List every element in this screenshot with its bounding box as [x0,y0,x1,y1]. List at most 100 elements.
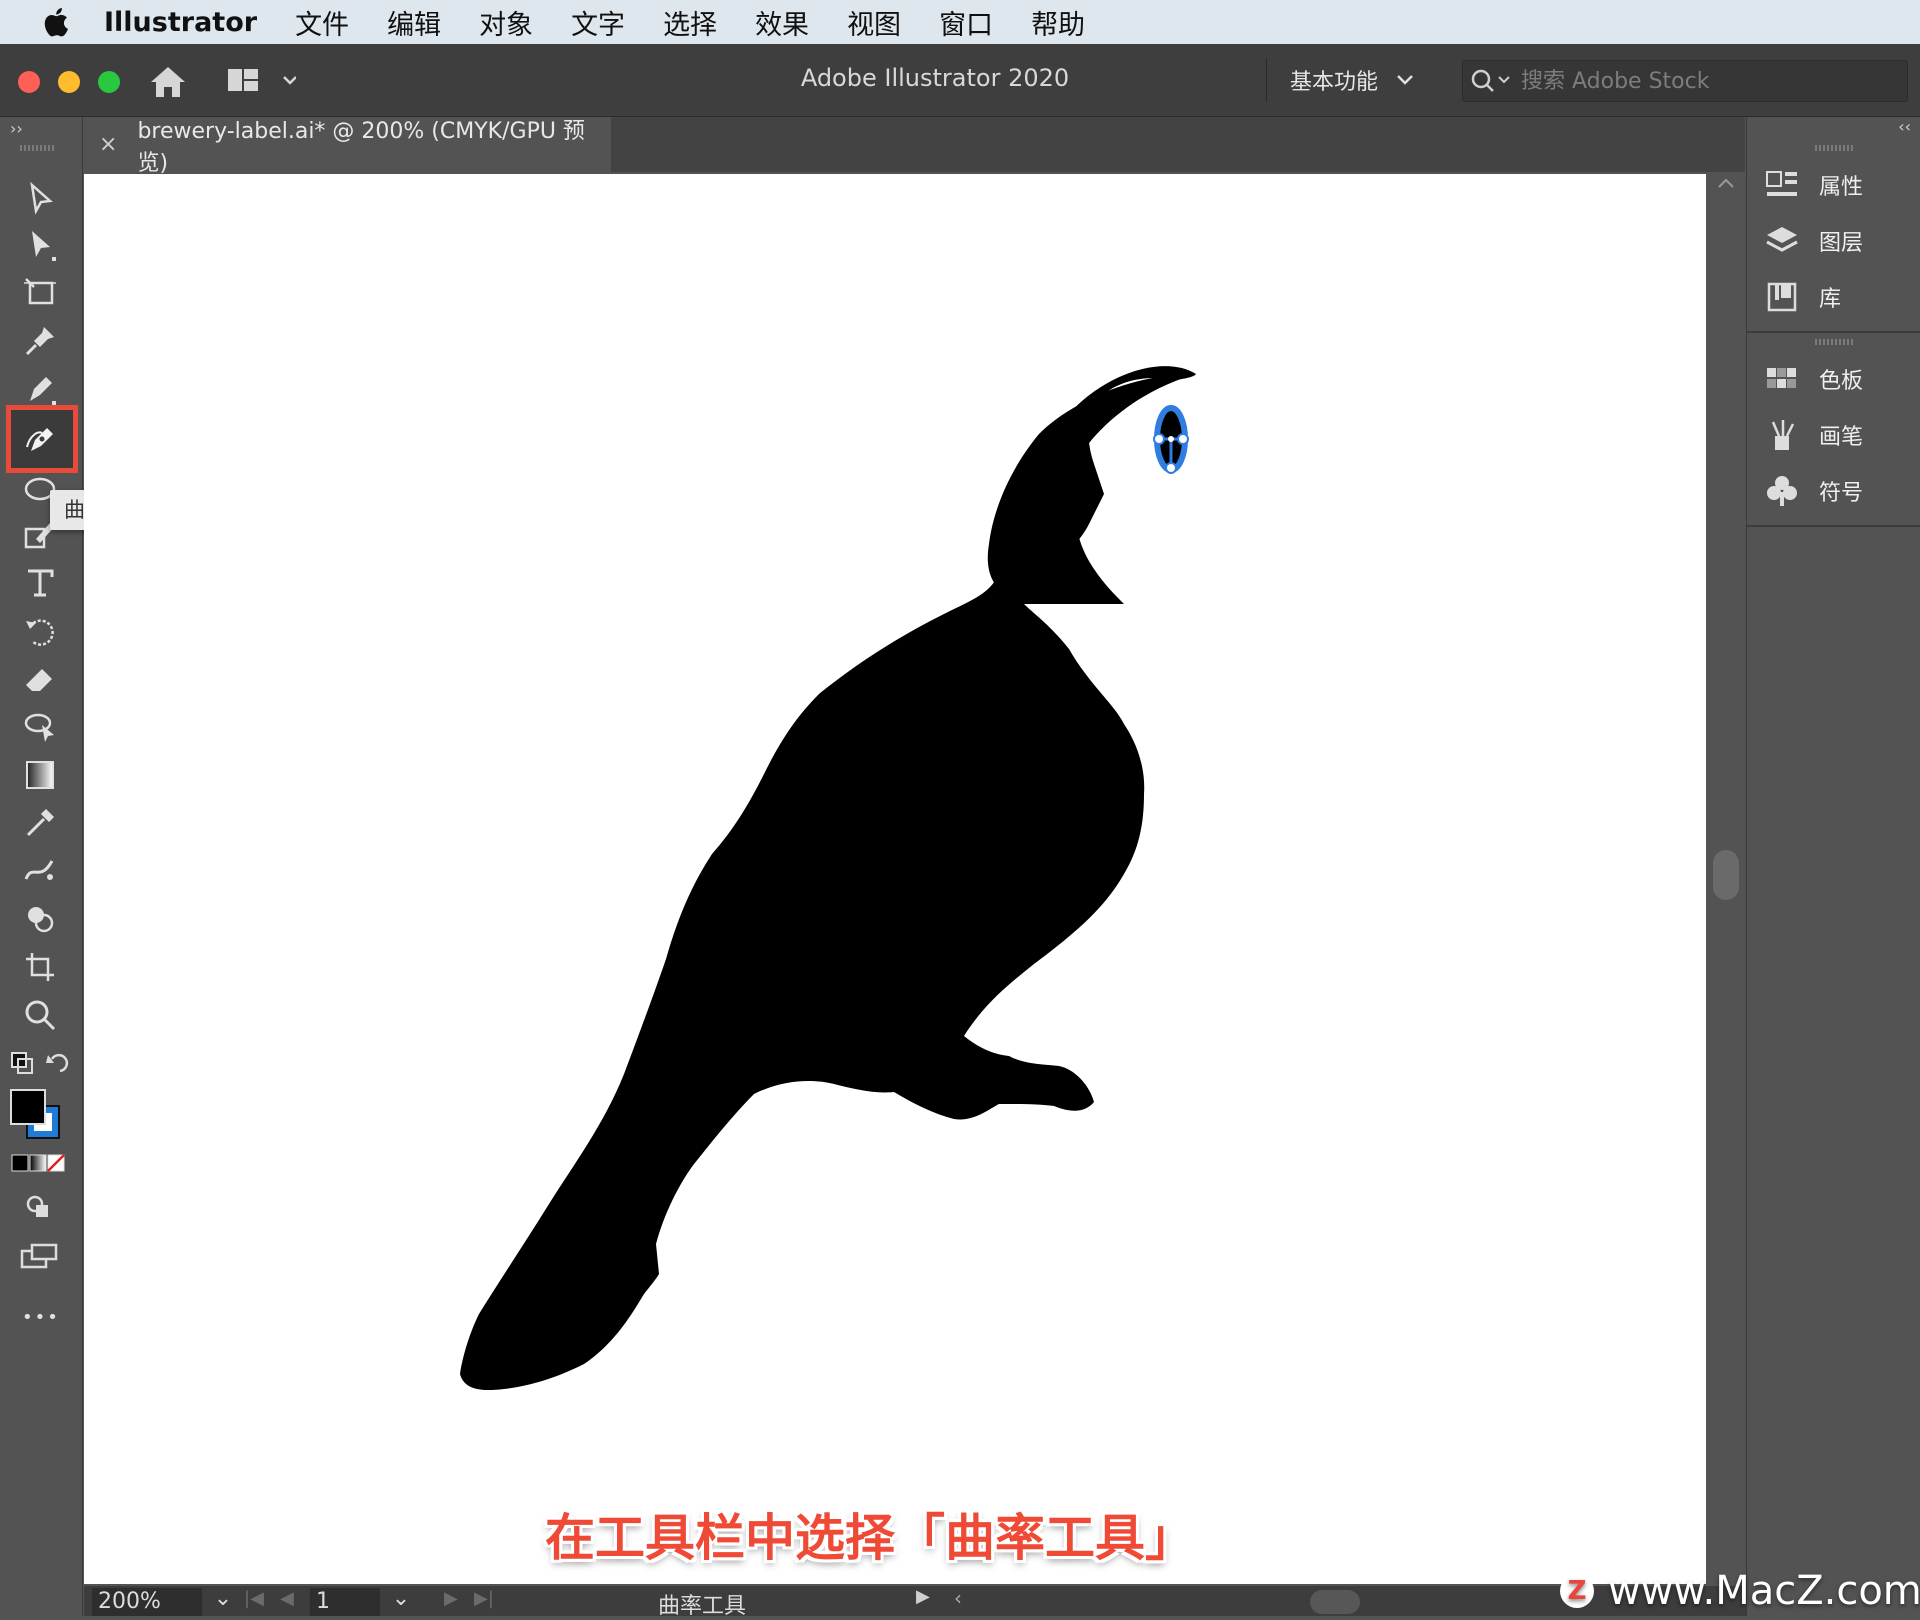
symbols-label: 符号 [1819,481,1864,506]
first-artboard-button[interactable]: |◀ [244,1588,264,1609]
layers-panel-button[interactable]: 图层 [1765,221,1863,261]
libraries-icon [1765,280,1799,314]
menu-select[interactable]: 选择 [663,3,717,42]
watermark-text: www.MacZ.com [1608,1568,1920,1614]
app-titlebar: Adobe Illustrator 2020 基本功能 [0,44,1920,117]
symbol-sprayer-icon [24,860,54,880]
crop-tool[interactable] [18,947,62,987]
shape-builder-icon [28,907,54,933]
puppet-warp-icon [25,327,54,356]
draw-mode-icon[interactable] [24,1193,54,1223]
gradient-tool-icon [26,761,54,789]
dock-collapse-button[interactable]: ‹‹ [1898,117,1911,136]
properties-panel-button[interactable]: 属性 [1765,165,1863,205]
vertical-scrollbar[interactable] [1708,174,1745,1584]
menu-object[interactable]: 对象 [479,3,533,42]
zoom-level-field[interactable]: 200% [92,1588,202,1616]
app-menu[interactable]: Illustrator [104,7,257,38]
properties-icon [1765,168,1799,202]
swatches-label: 色板 [1819,369,1864,394]
selection-tool[interactable] [18,179,62,219]
swatches-panel-button[interactable]: 色板 [1765,359,1863,399]
symbols-panel-button[interactable]: 符号 [1765,471,1863,511]
document-tab-title: brewery-label.ai* @ 200% (CMYK/GPU 预览) [137,118,585,176]
panel-group-grip[interactable] [1815,145,1855,151]
panel-group-grip[interactable] [1815,339,1855,345]
stock-search-input[interactable] [1519,67,1903,95]
anchor-point[interactable] [1168,436,1174,442]
symbol-sprayer-tool[interactable] [18,851,62,891]
default-fill-stroke-icon[interactable] [8,1049,74,1079]
menu-type[interactable]: 文字 [571,3,625,42]
apple-icon[interactable] [40,6,70,38]
anchor-point[interactable] [1177,433,1189,445]
previous-artboard-button[interactable]: ◀ [280,1588,294,1609]
type-tool[interactable] [18,563,62,603]
menu-view[interactable]: 视图 [847,3,901,42]
direct-selection-tool-icon [32,231,56,261]
artboard-number-field[interactable]: 1 [310,1588,380,1616]
libraries-panel-button[interactable]: 库 [1765,277,1841,317]
lasso-tool[interactable] [18,707,62,747]
divider [1747,525,1920,527]
status-current-tool[interactable]: 曲率工具 [658,1588,746,1620]
document-tab[interactable]: × brewery-label.ai* @ 200% (CMYK/GPU 预览) [83,117,611,176]
artboard-canvas[interactable] [84,174,1706,1584]
direct-selection-tool[interactable] [18,225,62,265]
swatches-icon [1765,362,1799,396]
layers-label: 图层 [1819,231,1864,256]
layers-icon [1765,224,1799,258]
fill-stroke-swatches[interactable] [10,1089,62,1141]
close-tab-button[interactable]: × [99,132,117,157]
document-tab-bar: × brewery-label.ai* @ 200% (CMYK/GPU 预览) [83,117,1745,176]
status-menu-button[interactable]: ▶ [916,1586,930,1607]
artboard-dropdown[interactable]: ⌄ [382,1586,420,1611]
eraser-tool[interactable] [18,659,62,699]
brushes-label: 画笔 [1819,425,1864,450]
pen-tool[interactable] [18,369,62,409]
menu-help[interactable]: 帮助 [1031,3,1085,42]
menu-edit[interactable]: 编辑 [387,3,441,42]
panel-dock: ‹‹ 属性 图层 库 色板 画笔 符号 [1746,117,1920,1616]
site-watermark: Z www.MacZ.com [1560,1568,1920,1614]
horizontal-scrollbar-thumb[interactable] [1310,1590,1360,1614]
gradient-tool[interactable] [18,755,62,795]
type-tool-icon [28,569,54,597]
symbols-icon [1765,474,1799,508]
stock-search-field[interactable] [1462,60,1908,102]
toolbar-collapse-button[interactable]: ›› [10,119,23,138]
puppet-warp-tool[interactable] [18,321,62,361]
artboard-tool-icon [24,278,56,305]
workspace-switcher[interactable]: 基本功能 [1290,64,1414,96]
menu-window[interactable]: 窗口 [939,3,993,42]
screen-mode-icon[interactable] [20,1241,60,1271]
artboard-tool[interactable] [18,273,62,313]
shape-builder-tool[interactable] [18,899,62,939]
anchor-point[interactable] [1165,462,1177,474]
color-mode-buttons[interactable] [10,1153,68,1173]
brushes-panel-button[interactable]: 画笔 [1765,415,1863,455]
zoom-dropdown[interactable]: ⌄ [204,1586,242,1611]
quail-silhouette[interactable] [84,174,1706,1584]
divider [1747,331,1920,333]
curvature-tool[interactable] [6,405,78,473]
scroll-left-button[interactable]: ‹ [954,1586,962,1610]
tutorial-caption: 在工具栏中选择「曲率工具」 [545,1509,1195,1567]
eyedropper-tool[interactable] [18,803,62,843]
lasso-tool-icon [24,713,54,742]
selection-tool-icon [30,181,53,215]
edit-toolbar-button[interactable]: ••• [22,1307,60,1328]
anchor-point[interactable] [1153,433,1165,445]
workspace-label: 基本功能 [1290,70,1379,95]
fill-swatch[interactable] [10,1089,46,1125]
last-artboard-button[interactable]: ▶| [474,1588,494,1609]
quail-body[interactable] [460,366,1196,1391]
next-artboard-button[interactable]: ▶ [444,1588,458,1609]
menu-effect[interactable]: 效果 [755,3,809,42]
rotate-tool[interactable] [18,611,62,651]
scroll-up-icon[interactable] [1716,176,1736,190]
zoom-tool[interactable] [18,995,62,1035]
toolbar-grip[interactable] [20,145,56,151]
menu-file[interactable]: 文件 [295,3,349,42]
scrollbar-thumb[interactable] [1713,850,1739,900]
